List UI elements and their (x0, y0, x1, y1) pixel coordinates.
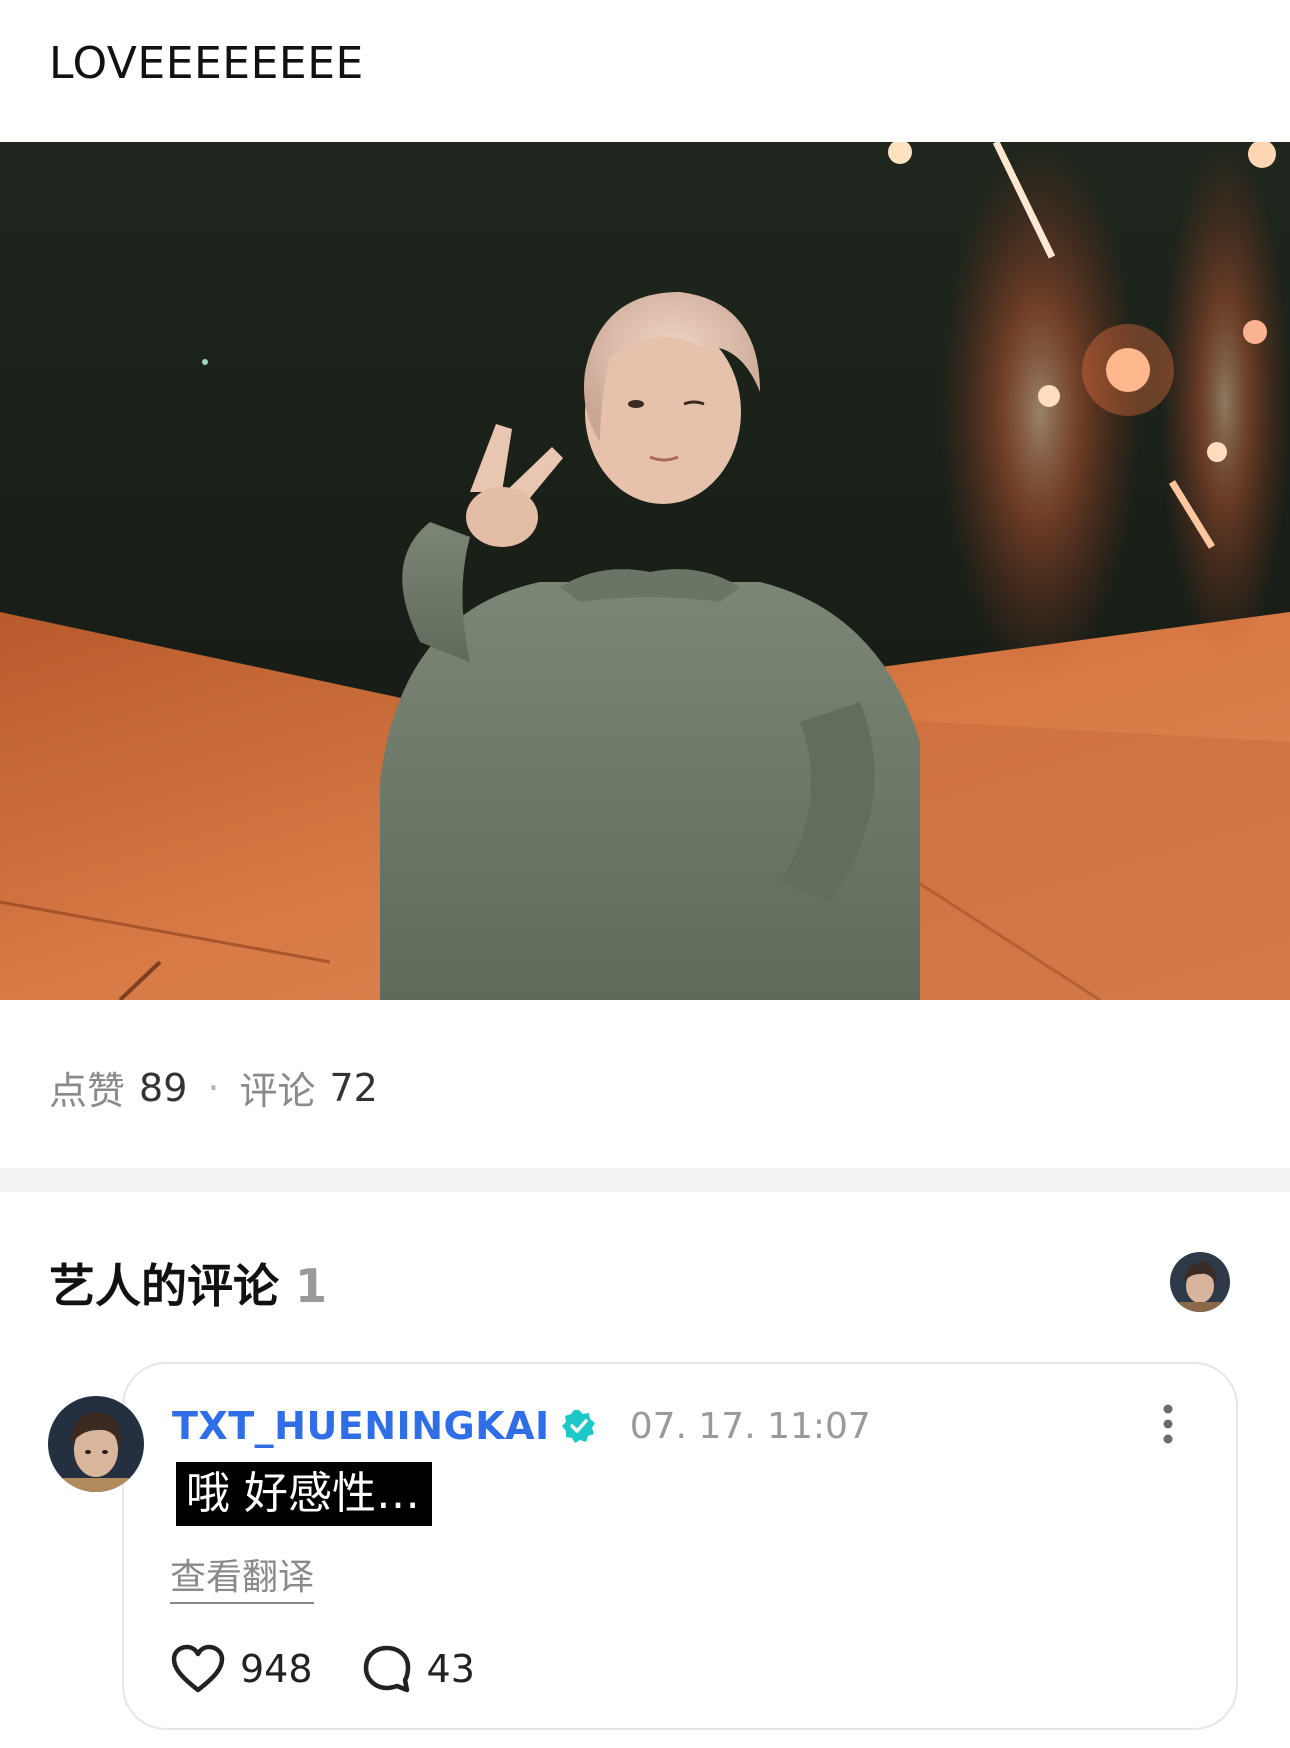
artist-comments-title: 艺人的评论 (49, 1259, 279, 1313)
comment-username[interactable]: TXT_HUENINGKAI (172, 1404, 550, 1448)
artist-comment-card: TXT_HUENINGKAI 07. 17. 11:07 哦 好感性… 查看翻译… (122, 1362, 1238, 1730)
post-stats: 点赞 89 · 评论 72 (49, 1060, 378, 1115)
see-translation-link[interactable]: 查看翻译 (170, 1548, 315, 1604)
post-photo-image (0, 142, 1290, 1000)
comment-text: 哦 好感性… (176, 1462, 432, 1526)
post-text: LOVEEEEEEEE (49, 38, 364, 89)
reply-count: 43 (426, 1647, 475, 1691)
like-action[interactable]: 948 (170, 1644, 313, 1694)
more-vertical-icon[interactable] (1162, 1404, 1174, 1444)
verified-badge-icon (561, 1409, 596, 1443)
avatar-image (48, 1396, 144, 1492)
commenter-avatar[interactable] (48, 1396, 144, 1492)
post-photo[interactable] (0, 142, 1290, 1000)
heart-icon[interactable] (170, 1644, 226, 1694)
artist-comments-header: 艺人的评论 1 (49, 1250, 327, 1316)
avatar-image (1170, 1252, 1230, 1312)
likes-label: 点赞 (49, 1069, 126, 1113)
comment-header: TXT_HUENINGKAI 07. 17. 11:07 (172, 1404, 871, 1448)
reply-action[interactable]: 43 (361, 1644, 475, 1694)
stats-separator: · (207, 1065, 220, 1110)
section-divider (0, 1168, 1290, 1192)
comments-label: 评论 (239, 1069, 316, 1113)
comments-count: 72 (329, 1065, 378, 1110)
comment-bubble-icon[interactable] (361, 1644, 413, 1694)
like-count: 948 (240, 1647, 313, 1691)
likes-count: 89 (139, 1065, 188, 1110)
comment-timestamp: 07. 17. 11:07 (629, 1405, 871, 1447)
artist-comments-count: 1 (295, 1259, 328, 1313)
comment-actions: 948 43 (170, 1644, 509, 1694)
artist-avatar-small[interactable] (1170, 1252, 1230, 1312)
